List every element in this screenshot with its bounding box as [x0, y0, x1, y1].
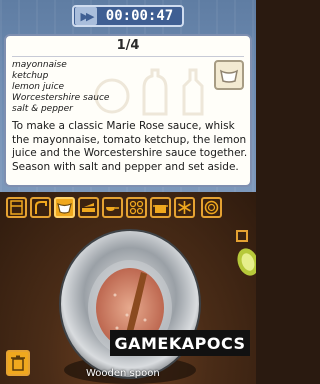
fridge-button[interactable] [6, 196, 27, 218]
ingredient-item: mayonnaise [12, 60, 67, 70]
plate-icon [204, 200, 219, 214]
trash-icon [11, 355, 25, 371]
bottom-screen: Wooden spoon GAMEKAPOCS [0, 192, 256, 384]
ingredient-item: ketchup [12, 71, 49, 81]
freezer-button[interactable] [174, 196, 195, 218]
plate-button[interactable] [201, 196, 222, 218]
divider [12, 56, 244, 57]
faucet-button[interactable] [30, 196, 51, 218]
pan-icon [106, 206, 119, 211]
ingredient-list: mayonnaise ketchup lemon juice Worcester… [12, 60, 172, 115]
freezer-snowflake-icon [178, 200, 191, 214]
fridge-icon [10, 199, 23, 215]
ingredient-item: salt & pepper [12, 104, 73, 114]
bowl-button[interactable] [54, 196, 75, 218]
top-screen: ▶▶ 00:00:47 1/4 mayonnaise ketchup lemon… [0, 0, 256, 192]
ingredient-item: Worcestershire sauce [12, 93, 110, 103]
instruction-text: To make a classic Marie Rose sauce, whis… [12, 120, 248, 173]
stove-burners-icon [129, 200, 144, 214]
faucet-icon [34, 200, 47, 214]
kitchen-toolbar [0, 194, 256, 220]
timer-bar: ▶▶ 00:00:47 [72, 5, 184, 27]
fast-forward-icon: ▶▶ [80, 9, 95, 23]
recipe-card: 1/4 mayonnaise ketchup lemon juice Worce… [4, 34, 252, 187]
current-tool-label: Wooden spoon [86, 368, 160, 379]
knife-board-icon [82, 202, 95, 212]
chopping-board-button[interactable] [78, 196, 99, 218]
fast-forward-button[interactable]: ▶▶ [75, 7, 97, 25]
watermark: GAMEKAPOCS [110, 330, 250, 356]
timer-value: 00:00:47 [105, 8, 174, 24]
step-bowl-badge [214, 60, 244, 90]
step-counter: 1/4 [116, 38, 140, 53]
pan-button[interactable] [102, 196, 123, 218]
pan-hotspot[interactable] [236, 230, 248, 242]
bowl-icon [57, 202, 72, 214]
trash-button[interactable] [6, 350, 30, 376]
mixing-bowl-icon[interactable] [55, 220, 205, 384]
pot-button[interactable] [150, 196, 171, 218]
stove-button[interactable] [126, 196, 147, 218]
bowl-icon [219, 69, 239, 83]
lime-icon [237, 248, 256, 276]
pot-icon [153, 204, 168, 213]
ingredient-item: lemon juice [12, 82, 65, 92]
